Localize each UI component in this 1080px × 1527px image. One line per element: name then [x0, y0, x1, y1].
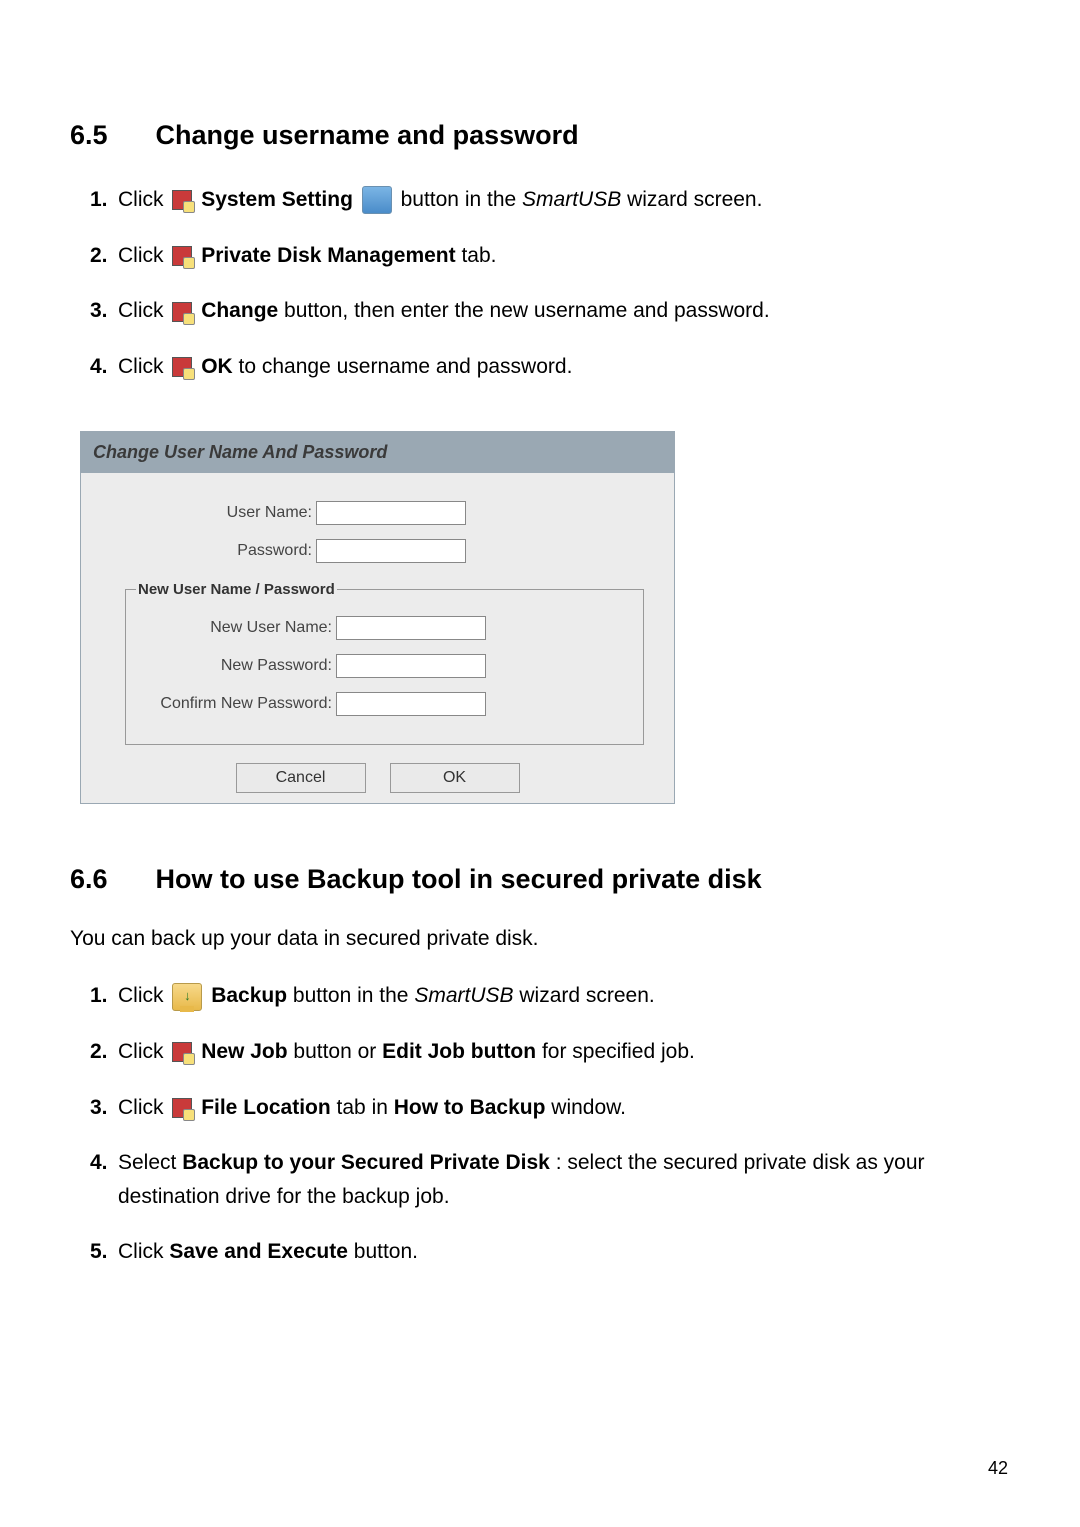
step-bold: New Job	[201, 1040, 287, 1063]
dialog-title: Change User Name And Password	[81, 432, 674, 473]
new-user-name-input[interactable]	[336, 616, 486, 640]
step-number: 2.	[90, 239, 108, 273]
step-bold: How to Backup	[394, 1096, 546, 1119]
step-bold: Save and Execute	[169, 1240, 348, 1263]
new-password-input[interactable]	[336, 654, 486, 678]
confirm-new-password-label: Confirm New Password:	[136, 695, 336, 713]
step-bold: Backup	[211, 984, 287, 1007]
steps-list-66: 1. Click Backup button in the SmartUSB w…	[70, 979, 1010, 1269]
step-item: 1. Click Backup button in the SmartUSB w…	[90, 979, 1010, 1013]
section-heading-66: 6.6 How to use Backup tool in secured pr…	[70, 864, 1010, 895]
step-item: 1. Click System Setting button in the Sm…	[90, 183, 1010, 217]
section-title: Change username and password	[156, 120, 579, 150]
step-bold: Private Disk Management	[201, 244, 455, 267]
confirm-new-password-input[interactable]	[336, 692, 486, 716]
form-row: Confirm New Password:	[136, 692, 633, 716]
step-number: 3.	[90, 294, 108, 328]
step-text: button or	[293, 1040, 382, 1063]
fieldset-legend: New User Name / Password	[136, 581, 337, 598]
cursor-icon	[172, 190, 192, 210]
step-italic: SmartUSB	[522, 188, 621, 211]
step-text: for specified job.	[542, 1040, 695, 1063]
cursor-icon	[172, 357, 192, 377]
cursor-icon	[172, 302, 192, 322]
user-name-label: User Name:	[101, 504, 316, 522]
dialog-body: User Name: Password: New User Name / Pas…	[81, 473, 674, 803]
step-number: 3.	[90, 1091, 108, 1125]
step-item: 3. Click Change button, then enter the n…	[90, 294, 1010, 328]
step-item: 4. Click OK to change username and passw…	[90, 350, 1010, 384]
step-item: 2. Click Private Disk Management tab.	[90, 239, 1010, 273]
step-bold: Change	[201, 299, 278, 322]
cancel-button[interactable]: Cancel	[236, 763, 366, 793]
form-row: User Name:	[101, 501, 654, 525]
step-number: 5.	[90, 1235, 108, 1269]
step-bold: Edit Job button	[382, 1040, 536, 1063]
section-number: 6.6	[70, 864, 148, 895]
step-number: 1.	[90, 183, 108, 217]
step-number: 1.	[90, 979, 108, 1013]
new-credentials-fieldset: New User Name / Password New User Name: …	[125, 581, 644, 745]
step-text: button, then enter the new username and …	[284, 299, 770, 322]
step-text: window.	[551, 1096, 626, 1119]
step-item: 2. Click New Job button or Edit Job butt…	[90, 1035, 1010, 1069]
new-password-label: New Password:	[136, 657, 336, 675]
system-setting-icon	[362, 186, 392, 214]
step-text: Click	[118, 1040, 169, 1063]
ok-button[interactable]: OK	[390, 763, 520, 793]
section-title: How to use Backup tool in secured privat…	[156, 864, 762, 894]
change-password-dialog: Change User Name And Password User Name:…	[80, 431, 675, 804]
new-user-name-label: New User Name:	[136, 619, 336, 637]
step-text: button in the	[293, 984, 414, 1007]
step-text: tab.	[461, 244, 496, 267]
step-text: Select	[118, 1151, 182, 1174]
step-bold: System Setting	[201, 188, 353, 211]
section-intro: You can back up your data in secured pri…	[70, 927, 1010, 951]
step-item: 4. Select Backup to your Secured Private…	[90, 1146, 1010, 1213]
backup-icon	[172, 983, 202, 1011]
step-bold: File Location	[201, 1096, 331, 1119]
step-text: button in the	[401, 188, 522, 211]
step-item: 3. Click File Location tab in How to Bac…	[90, 1091, 1010, 1125]
form-row: New Password:	[136, 654, 633, 678]
step-text: wizard screen.	[519, 984, 654, 1007]
step-item: 5. Click Save and Execute button.	[90, 1235, 1010, 1269]
step-number: 2.	[90, 1035, 108, 1069]
page-number: 42	[988, 1458, 1008, 1479]
step-text: Click	[118, 1096, 169, 1119]
form-row: New User Name:	[136, 616, 633, 640]
form-row: Password:	[101, 539, 654, 563]
step-italic: SmartUSB	[414, 984, 513, 1007]
step-text: Click	[118, 244, 169, 267]
step-bold: OK	[201, 355, 233, 378]
user-name-input[interactable]	[316, 501, 466, 525]
section-heading-65: 6.5 Change username and password	[70, 120, 1010, 151]
cursor-icon	[172, 246, 192, 266]
step-text: Click	[118, 984, 169, 1007]
step-text: tab in	[337, 1096, 394, 1119]
step-number: 4.	[90, 1146, 108, 1180]
password-input[interactable]	[316, 539, 466, 563]
step-text: Click	[118, 355, 169, 378]
step-text: wizard screen.	[627, 188, 762, 211]
password-label: Password:	[101, 542, 316, 560]
steps-list-65: 1. Click System Setting button in the Sm…	[70, 183, 1010, 383]
step-text: Click	[118, 299, 169, 322]
step-text: button.	[354, 1240, 418, 1263]
dialog-button-row: Cancel OK	[101, 745, 654, 803]
step-number: 4.	[90, 350, 108, 384]
cursor-icon	[172, 1098, 192, 1118]
step-text: Click	[118, 1240, 169, 1263]
section-number: 6.5	[70, 120, 148, 151]
cursor-icon	[172, 1042, 192, 1062]
step-bold: Backup to your Secured Private Disk	[182, 1151, 550, 1174]
step-text: Click	[118, 188, 169, 211]
step-text: to change username and password.	[239, 355, 573, 378]
